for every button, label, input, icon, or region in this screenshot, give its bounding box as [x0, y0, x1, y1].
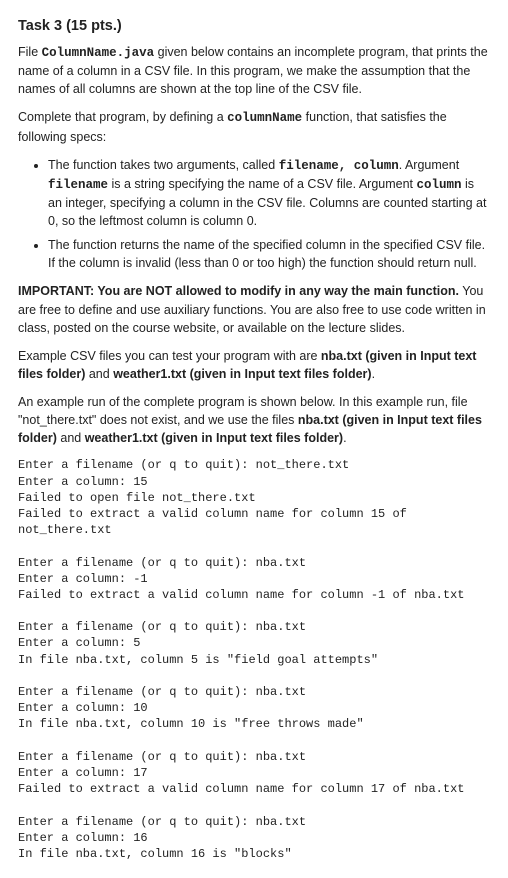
intro-paragraph-1: File ColumnName.java given below contain… [18, 43, 490, 98]
intro-paragraph-2: Complete that program, by defining a col… [18, 108, 490, 145]
text: . [343, 431, 346, 445]
example-files-paragraph: Example CSV files you can test your prog… [18, 347, 490, 383]
function-name: columnName [227, 111, 302, 125]
args-filename-column: filename, column [279, 159, 399, 173]
file-weather1: weather1.txt (given in Input text files … [113, 367, 371, 381]
filename-columnname-java: ColumnName.java [42, 46, 155, 60]
spec-list: The function takes two arguments, called… [18, 156, 490, 273]
text: . [372, 367, 375, 381]
spec-item-1: The function takes two arguments, called… [48, 156, 490, 231]
text: is a string specifying the name of a CSV… [108, 177, 416, 191]
arg-filename: filename [48, 178, 108, 192]
important-note: IMPORTANT: You are NOT allowed to modify… [18, 282, 490, 336]
text: The function takes two arguments, called [48, 158, 279, 172]
important-strong: IMPORTANT: You are NOT allowed to modify… [18, 284, 459, 298]
text: and [85, 367, 113, 381]
text: File [18, 45, 42, 59]
arg-column: column [417, 178, 462, 192]
example-run-paragraph: An example run of the complete program i… [18, 393, 490, 447]
spec-item-2: The function returns the name of the spe… [48, 236, 490, 272]
task-title: Task 3 (15 pts.) [18, 16, 490, 37]
text: Example CSV files you can test your prog… [18, 349, 321, 363]
file-weather1-2: weather1.txt (given in Input text files … [85, 431, 343, 445]
text: and [57, 431, 85, 445]
console-output: Enter a filename (or q to quit): not_the… [18, 457, 490, 862]
text: Complete that program, by defining a [18, 110, 227, 124]
text: . Argument [399, 158, 459, 172]
